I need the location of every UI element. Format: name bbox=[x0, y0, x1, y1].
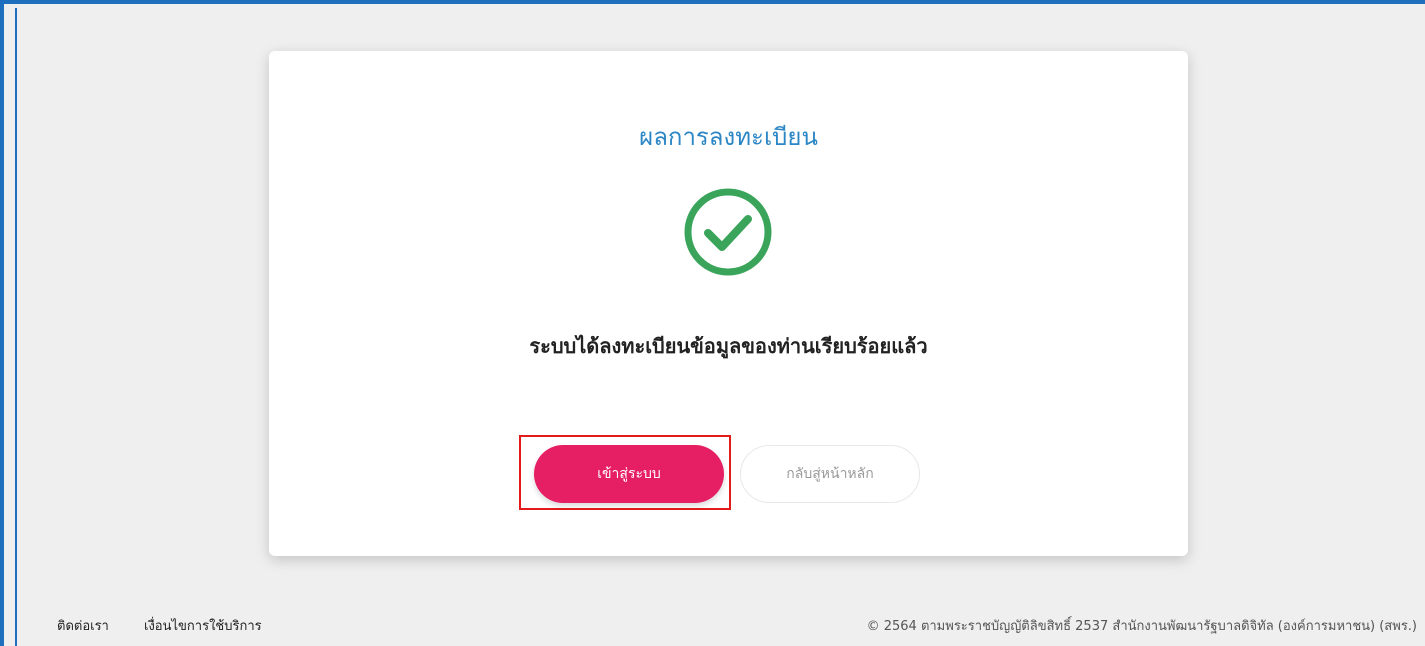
registration-result-card: ผลการลงทะเบียน ระบบได้ลงทะเบียนข้อมูลของ… bbox=[269, 51, 1188, 556]
check-circle-icon bbox=[684, 188, 772, 276]
back-to-home-button[interactable]: กลับสู่หน้าหลัก bbox=[740, 445, 920, 503]
terms-link[interactable]: เงื่อนไขการใช้บริการ bbox=[144, 615, 262, 636]
login-button[interactable]: เข้าสู่ระบบ bbox=[534, 445, 724, 503]
frame-inner-border bbox=[15, 8, 17, 646]
success-message: ระบบได้ลงทะเบียนข้อมูลของท่านเรียบร้อยแล… bbox=[529, 334, 928, 358]
page-title: ผลการลงทะเบียน bbox=[639, 123, 818, 151]
contact-link[interactable]: ติดต่อเรา bbox=[57, 615, 109, 636]
copyright-text: © 2564 ตามพระราชบัญญัติลิขสิทธิ์ 2537 สำ… bbox=[866, 619, 1417, 634]
page-frame: ผลการลงทะเบียน ระบบได้ลงทะเบียนข้อมูลของ… bbox=[0, 0, 1425, 646]
